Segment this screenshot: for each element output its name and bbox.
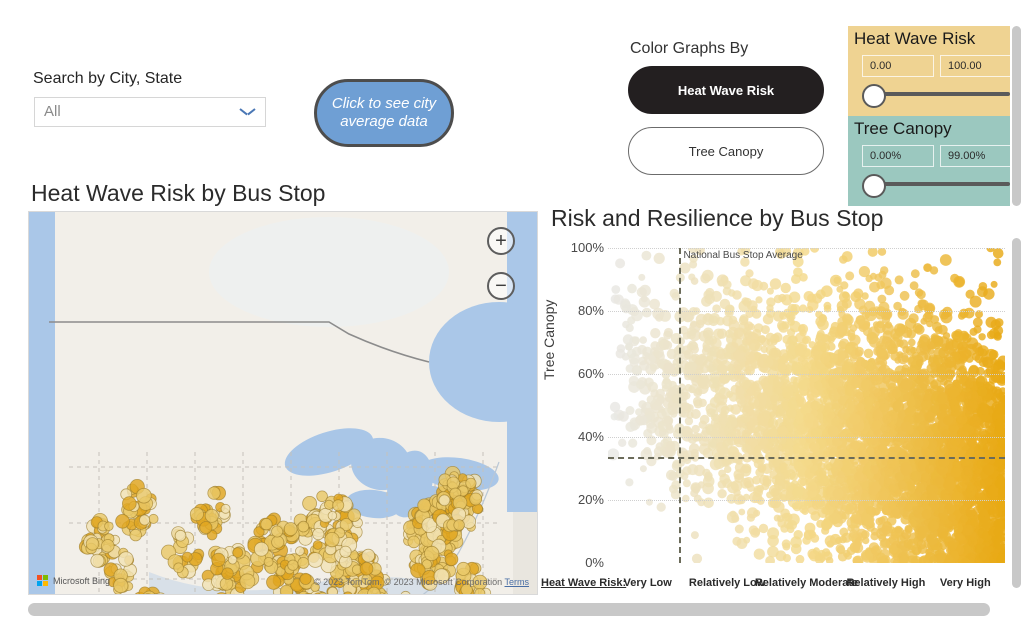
map-credit-text: © 2023 TomTom, © 2023 Microsoft Corporat… — [313, 577, 503, 587]
toggle-tree-canopy-label: Tree Canopy — [688, 143, 764, 159]
national-average-reference-line — [679, 248, 682, 563]
scatter-y-tick: 100% — [570, 240, 604, 255]
filter-heat-wave-risk-max[interactable]: 100.00 — [940, 55, 1010, 77]
city-average-button-label: Click to see city average data — [331, 95, 437, 130]
dashboard-page: Search by City, State All Click to see c… — [0, 0, 1021, 625]
scatter-y-tick: 80% — [577, 303, 604, 318]
bing-squares-icon — [37, 575, 49, 587]
bus-stop-map[interactable]: + − Microsoft Bing © 2023 TomTom, © 2023… — [28, 211, 538, 595]
filter-tree-canopy-knob[interactable] — [862, 174, 886, 198]
bing-logo-label: Microsoft Bing — [53, 576, 111, 586]
map-zoom-in-icon[interactable]: + — [487, 227, 515, 255]
scatter-gridline — [608, 311, 1005, 312]
scatter-y-tick: 0% — [585, 555, 604, 570]
scatter-title: Risk and Resilience by Bus Stop — [551, 205, 884, 231]
search-select-value: All — [44, 103, 61, 120]
scatter-y-axis-label: Tree Canopy — [541, 299, 557, 380]
map-zoom-in-label: + — [495, 230, 507, 252]
toggle-tree-canopy[interactable]: Tree Canopy — [628, 127, 824, 175]
filter-panel: Heat Wave Risk 0.00 100.00 Tree Canopy 0… — [848, 26, 1010, 206]
map-credit: © 2023 TomTom, © 2023 Microsoft Corporat… — [314, 577, 529, 587]
scatter-gridline — [608, 500, 1005, 501]
scatter-x-axis: Heat Wave Risk: Very Low Relatively Low Re… — [541, 577, 1021, 597]
filter-panel-scrollbar[interactable] — [1012, 26, 1021, 206]
scatter-x-category: Very Low — [623, 577, 672, 589]
map-title: Heat Wave Risk by Bus Stop — [31, 180, 326, 206]
map-zoom-out-icon[interactable]: − — [487, 272, 515, 300]
filter-heat-wave-risk: Heat Wave Risk 0.00 100.00 — [848, 26, 1010, 116]
map-canvas — [49, 217, 537, 594]
toggle-heat-wave-risk-label: Heat Wave Risk — [677, 82, 775, 98]
filter-tree-canopy-track[interactable] — [876, 182, 1010, 186]
scatter-y-tick: 40% — [577, 429, 604, 444]
scatter-plot-area[interactable]: National Bus Stop Average — [608, 248, 1005, 563]
scatter-scrollbar[interactable] — [1012, 238, 1021, 588]
scatter-gridline — [608, 248, 1005, 249]
bing-logo: Microsoft Bing — [37, 575, 110, 587]
search-city-state-select[interactable]: All — [34, 97, 266, 127]
scatter-y-tick: 20% — [577, 492, 604, 507]
scatter-x-category: Relatively Moderate — [754, 577, 859, 589]
scatter-x-axis-title: Heat Wave Risk: — [541, 577, 627, 589]
page-horizontal-scrollbar[interactable] — [28, 603, 990, 616]
filter-heat-wave-risk-track[interactable] — [876, 92, 1010, 96]
filter-heat-wave-risk-min[interactable]: 0.00 — [862, 55, 934, 77]
filter-tree-canopy: Tree Canopy 0.00% 99.00% — [848, 116, 1010, 206]
scatter-x-category: Relatively Low — [688, 577, 766, 589]
city-average-button[interactable]: Click to see city average data — [314, 79, 454, 147]
map-zoom-out-label: − — [495, 275, 507, 297]
scatter-y-tick: 60% — [577, 366, 604, 381]
filter-heat-wave-risk-title: Heat Wave Risk — [854, 29, 976, 48]
chevron-down-icon — [240, 108, 255, 117]
filter-tree-canopy-min[interactable]: 0.00% — [862, 145, 934, 167]
scatter-canvas — [608, 248, 1005, 563]
scatter-gridline — [608, 374, 1005, 375]
national-average-label: National Bus Stop Average — [683, 250, 803, 261]
scatter-x-category: Relatively High — [846, 577, 926, 589]
scatter-gridline — [608, 437, 1005, 438]
scatter-x-category: Very High — [939, 577, 991, 589]
canopy-reference-line — [608, 457, 1005, 460]
toggle-heat-wave-risk[interactable]: Heat Wave Risk — [628, 66, 824, 114]
filter-tree-canopy-max[interactable]: 99.00% — [940, 145, 1010, 167]
map-terms-link[interactable]: Terms — [505, 577, 530, 587]
color-graphs-by-label: Color Graphs By — [630, 40, 749, 57]
filter-heat-wave-risk-knob[interactable] — [862, 84, 886, 108]
search-label: Search by City, State — [33, 70, 183, 87]
filter-tree-canopy-title: Tree Canopy — [854, 119, 952, 138]
